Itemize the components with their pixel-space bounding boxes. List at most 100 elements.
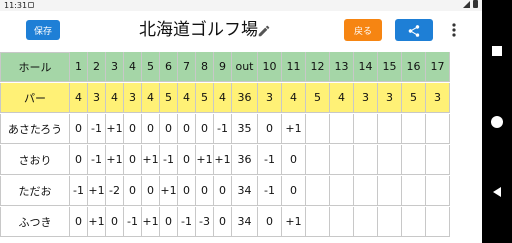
score-cell [378, 145, 402, 175]
score-cell [330, 145, 354, 175]
score-cell: 0 [196, 114, 214, 144]
app-screen: 11:31 保存 北海道ゴルフ場 戻る ホール 1 2 3 4 5 6 7 8 9 out 10 11 1… [0, 0, 482, 243]
signal-icon [463, 0, 470, 8]
hole-number: 13 [330, 52, 354, 82]
score-cell: -1 [214, 114, 232, 144]
score-cell [426, 207, 450, 237]
header-label: ホール [0, 52, 70, 82]
score-cell: 0 [282, 176, 306, 206]
score-cell [426, 114, 450, 144]
score-cell: -1 [124, 207, 142, 237]
score-cell: 0 [258, 114, 282, 144]
score-cell [378, 114, 402, 144]
par-value: 4 [106, 83, 124, 113]
hole-number: 15 [378, 52, 402, 82]
par-value: 3 [124, 83, 142, 113]
score-cell: +1 [106, 114, 124, 144]
score-cell [354, 176, 378, 206]
par-value: 5 [196, 83, 214, 113]
par-value: 4 [70, 83, 88, 113]
par-value: 4 [142, 83, 160, 113]
par-value: 5 [306, 83, 330, 113]
score-cell: 0 [70, 207, 88, 237]
player-row[interactable]: さおり 0 -1 +1 0 +1 -1 0 +1 +1 36 -1 0 [0, 145, 450, 175]
score-cell: -3 [196, 207, 214, 237]
par-value: 4 [330, 83, 354, 113]
score-cell: +1 [196, 145, 214, 175]
score-cell: 0 [196, 176, 214, 206]
score-cell: +1 [88, 207, 106, 237]
hole-number: 9 [214, 52, 232, 82]
player-name: ふつき [0, 207, 70, 237]
score-cell: -1 [88, 114, 106, 144]
score-cell: +1 [142, 145, 160, 175]
out-total: 35 [232, 114, 258, 144]
score-cell: 0 [258, 207, 282, 237]
score-cell: 0 [214, 176, 232, 206]
more-vert-icon[interactable] [449, 21, 459, 39]
status-bar: 11:31 [0, 0, 482, 11]
player-name: さおり [0, 145, 70, 175]
hole-number: 3 [106, 52, 124, 82]
out-total: 34 [232, 176, 258, 206]
par-value: 4 [214, 83, 232, 113]
par-value: 4 [178, 83, 196, 113]
hole-number: 5 [142, 52, 160, 82]
score-cell: 0 [124, 145, 142, 175]
player-row[interactable]: ただお -1 +1 -2 0 0 +1 0 0 0 34 -1 0 [0, 176, 450, 206]
status-time: 11:31 [4, 1, 28, 10]
score-cell [402, 176, 426, 206]
score-cell: -1 [178, 207, 196, 237]
score-cell: 0 [214, 207, 232, 237]
player-row[interactable]: あさたろう 0 -1 +1 0 0 0 0 0 -1 35 0 +1 [0, 114, 450, 144]
hole-number: 12 [306, 52, 330, 82]
course-title: 北海道ゴルフ場 [139, 20, 258, 40]
par-value: 3 [426, 83, 450, 113]
score-cell: 0 [178, 145, 196, 175]
hole-number: 8 [196, 52, 214, 82]
score-cell: +1 [142, 207, 160, 237]
pencil-icon[interactable] [257, 24, 271, 38]
score-cell [378, 176, 402, 206]
score-cell [330, 176, 354, 206]
score-cell: +1 [282, 207, 306, 237]
share-button[interactable] [395, 19, 433, 41]
score-cell [354, 114, 378, 144]
hole-number: 10 [258, 52, 282, 82]
nav-back-icon[interactable] [482, 183, 512, 202]
hole-number: 11 [282, 52, 306, 82]
score-cell: +1 [160, 176, 178, 206]
score-cell: 0 [142, 176, 160, 206]
nav-home-icon[interactable] [482, 114, 512, 133]
score-cell [354, 207, 378, 237]
score-cell [306, 176, 330, 206]
par-value: 4 [282, 83, 306, 113]
nav-recents-icon[interactable] [482, 42, 512, 61]
score-cell [426, 145, 450, 175]
score-cell [330, 207, 354, 237]
player-row[interactable]: ふつき 0 +1 0 -1 +1 0 -1 -3 0 34 0 +1 [0, 207, 450, 237]
par-value: 5 [160, 83, 178, 113]
hole-number: 7 [178, 52, 196, 82]
score-cell: 0 [160, 114, 178, 144]
score-cell: -2 [106, 176, 124, 206]
hole-number: 14 [354, 52, 378, 82]
battery-icon [473, 0, 478, 8]
hole-number: 17 [426, 52, 450, 82]
par-value: 5 [402, 83, 426, 113]
hole-number: 2 [88, 52, 106, 82]
par-value: 3 [378, 83, 402, 113]
hole-header-row: ホール 1 2 3 4 5 6 7 8 9 out 10 11 12 13 14 15 16 17 [0, 52, 450, 82]
out-total: 36 [232, 145, 258, 175]
out-total: 34 [232, 207, 258, 237]
toolbar: 保存 北海道ゴルフ場 戻る [0, 11, 482, 49]
score-cell: +1 [214, 145, 232, 175]
save-button[interactable]: 保存 [26, 20, 60, 40]
score-cell [306, 207, 330, 237]
score-cell: +1 [106, 145, 124, 175]
par-value: 3 [354, 83, 378, 113]
par-row: パー 4 3 4 3 4 5 4 5 4 36 3 4 5 4 3 3 5 3 [0, 83, 450, 113]
back-button[interactable]: 戻る [344, 19, 382, 41]
navigation-bar [482, 0, 512, 243]
out-total: 36 [232, 83, 258, 113]
